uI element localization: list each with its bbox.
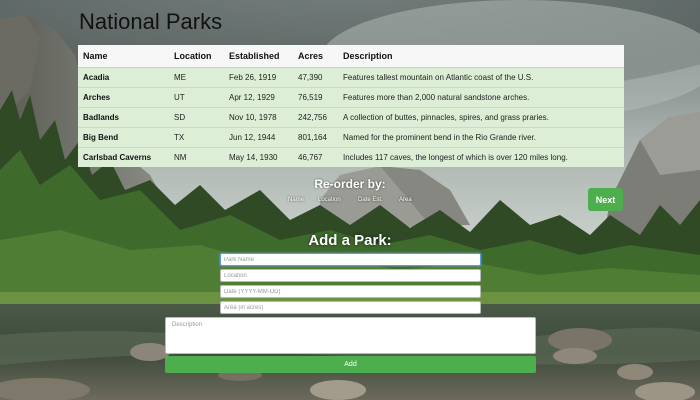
park-location-cell: TX — [169, 126, 224, 147]
table-row: Big Bend TX Jun 12, 1944 801,164 Named f… — [78, 126, 624, 147]
table-row: Acadia ME Feb 26, 1919 47,390 Features t… — [78, 66, 624, 87]
park-name-cell: Badlands — [78, 106, 169, 127]
park-location-cell: NM — [169, 146, 224, 167]
location-input[interactable] — [220, 269, 481, 282]
sort-by-date-link[interactable]: Date Est. — [358, 197, 383, 203]
park-acres-cell: 76,519 — [293, 86, 338, 107]
park-name-cell: Big Bend — [78, 126, 169, 147]
park-description-cell: Includes 117 caves, the longest of which… — [338, 146, 624, 167]
park-established-cell: Nov 10, 1978 — [224, 106, 293, 127]
table-row: Badlands SD Nov 10, 1978 242,756 A colle… — [78, 106, 624, 127]
park-description-cell: Features more than 2,000 natural sandsto… — [338, 86, 624, 107]
park-name-input[interactable] — [220, 253, 481, 266]
column-header-acres: Acres — [293, 45, 338, 68]
park-established-cell: Apr 12, 1929 — [224, 86, 293, 107]
park-description-cell: Named for the prominent bend in the Rio … — [338, 126, 624, 147]
sort-by-area-link[interactable]: Area — [399, 197, 412, 203]
park-name-cell: Carlsbad Caverns — [78, 146, 169, 167]
park-location-cell: ME — [169, 66, 224, 87]
park-name-cell: Arches — [78, 86, 169, 107]
add-park-button[interactable]: Add — [165, 356, 536, 373]
park-acres-cell: 47,390 — [293, 66, 338, 87]
park-established-cell: Feb 26, 1919 — [224, 66, 293, 87]
add-park-title: Add a Park: — [308, 232, 392, 249]
park-name-cell: Acadia — [78, 66, 169, 87]
description-input[interactable] — [165, 317, 536, 354]
park-acres-cell: 46,767 — [293, 146, 338, 167]
column-header-established: Established — [224, 45, 293, 68]
park-acres-cell: 801,164 — [293, 126, 338, 147]
park-acres-cell: 242,756 — [293, 106, 338, 127]
park-location-cell: SD — [169, 106, 224, 127]
column-header-location: Location — [169, 45, 224, 68]
reorder-title: Re-order by: — [314, 177, 386, 191]
column-header-name: Name — [78, 45, 169, 68]
page-title: National Parks — [79, 9, 223, 34]
park-established-cell: May 14, 1930 — [224, 146, 293, 167]
park-location-cell: UT — [169, 86, 224, 107]
park-established-cell: Jun 12, 1944 — [224, 126, 293, 147]
table-row: Arches UT Apr 12, 1929 76,519 Features m… — [78, 86, 624, 107]
sort-by-location-link[interactable]: Location — [318, 197, 341, 203]
sort-by-name-link[interactable]: Name — [288, 197, 304, 203]
table-header-row: Name Location Established Acres Descript… — [78, 45, 624, 68]
date-input[interactable] — [220, 285, 481, 298]
parks-table: Name Location Established Acres Descript… — [78, 45, 624, 167]
next-button[interactable]: Next — [588, 188, 623, 211]
park-description-cell: Features tallest mountain on Atlantic co… — [338, 66, 624, 87]
area-input[interactable] — [220, 301, 481, 314]
column-header-description: Description — [338, 45, 624, 68]
park-description-cell: A collection of buttes, pinnacles, spire… — [338, 106, 624, 127]
table-row: Carlsbad Caverns NM May 14, 1930 46,767 … — [78, 146, 624, 167]
